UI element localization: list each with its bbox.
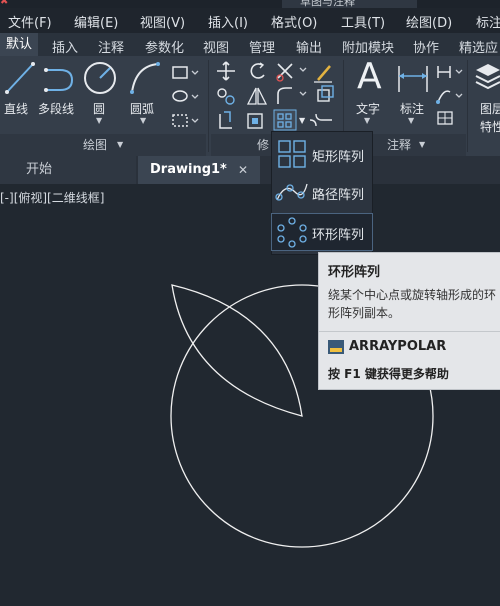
drawn-petal xyxy=(171,284,303,417)
rect-array-option[interactable]: 矩形阵列 xyxy=(272,136,372,172)
tooltip-divider xyxy=(319,331,500,332)
polar-array-label: 环形阵列 xyxy=(312,228,365,243)
command-icon xyxy=(328,340,344,354)
path-array-icon xyxy=(275,183,308,201)
tooltip-command: ARRAYPOLAR xyxy=(349,339,447,354)
path-array-label: 路径阵列 xyxy=(312,188,365,203)
tooltip-description: 绕某个中心点或旋转轴形成的环形阵列副本。 xyxy=(328,288,497,320)
tooltip-title: 环形阵列 xyxy=(328,265,381,280)
polar-array-icon xyxy=(277,217,307,248)
array-flyout-menu: 矩形阵列 路径阵列 环形阵列 xyxy=(271,131,373,255)
polar-array-tooltip: 环形阵列 绕某个中心点或旋转轴形成的环形阵列副本。 ARRAYPOLAR 按 F… xyxy=(318,252,500,390)
rect-array-icon xyxy=(278,140,306,168)
path-array-option[interactable]: 路径阵列 xyxy=(272,174,372,210)
polar-array-option[interactable]: 环形阵列 xyxy=(271,213,373,251)
rect-array-label: 矩形阵列 xyxy=(312,150,365,165)
tooltip-help: 按 F1 键获得更多帮助 xyxy=(328,367,449,381)
